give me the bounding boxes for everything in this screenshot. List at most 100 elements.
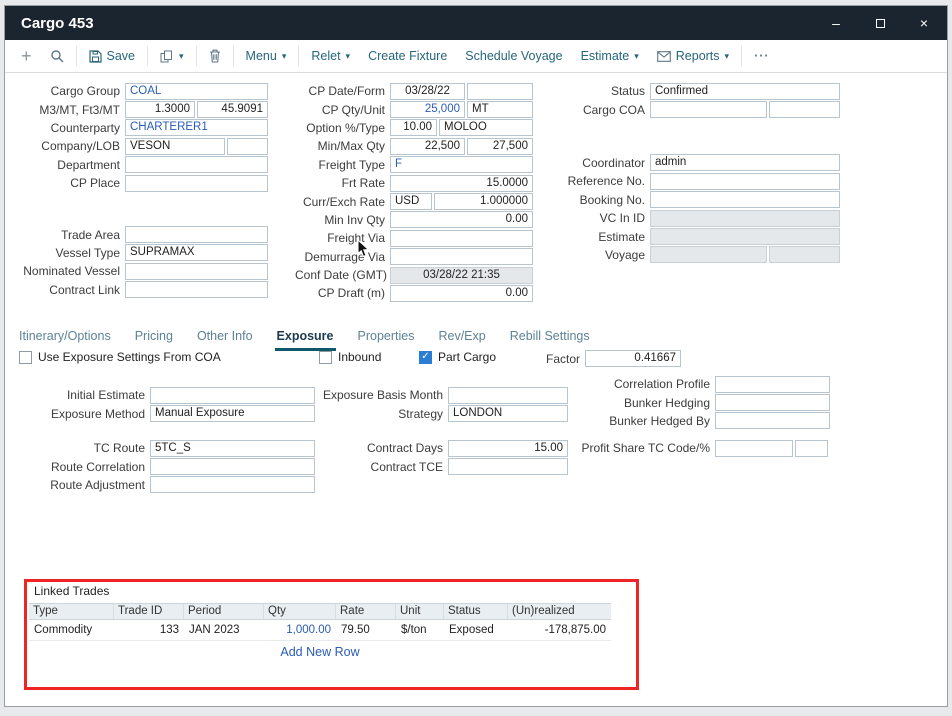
column-header-qty[interactable]: Qty [264, 604, 336, 619]
exposure-basis-month-field[interactable] [448, 387, 568, 404]
demurrage-via-field[interactable] [390, 248, 533, 265]
route-adjustment-field[interactable] [150, 476, 315, 493]
cp-date-field[interactable]: 03/28/22 [390, 83, 465, 100]
cp-unit-field[interactable]: MT [467, 101, 533, 118]
column-header-unrealized[interactable]: (Un)realized [508, 604, 611, 619]
vessel-type-field[interactable]: SUPRAMAX [125, 244, 268, 261]
contract-group: Contract Days15.00 Contract TCE [300, 439, 568, 476]
cp-qty-field[interactable]: 25,000 [390, 101, 465, 118]
tab-other-info[interactable]: Other Info [195, 329, 255, 351]
copy-button[interactable]: ▾ [154, 46, 190, 67]
contract-tce-label: Contract TCE [300, 460, 448, 474]
initial-estimate-field[interactable] [150, 387, 315, 404]
counterparty-field[interactable]: CHARTERER1 [125, 119, 268, 136]
use-coa-checkbox[interactable]: Use Exposure Settings From COA [19, 350, 221, 364]
factor-field[interactable]: 0.41667 [585, 350, 681, 367]
option-type-field[interactable]: MOLOO [439, 119, 533, 136]
route-correlation-field[interactable] [150, 458, 315, 475]
nominated-vessel-field[interactable] [125, 263, 268, 280]
exch-rate-field[interactable]: 1.000000 [434, 193, 533, 210]
currency-field[interactable]: USD [390, 193, 432, 210]
column-header-status[interactable]: Status [444, 604, 508, 619]
frt-rate-field[interactable]: 15.0000 [390, 175, 533, 192]
correlation-profile-field[interactable] [715, 376, 830, 393]
company-field[interactable]: VESON [125, 138, 225, 155]
schedule-voyage-button[interactable]: Schedule Voyage [459, 45, 568, 67]
min-inv-qty-field[interactable]: 0.00 [390, 211, 533, 228]
reference-no-field[interactable] [650, 173, 840, 190]
freight-type-field[interactable]: F [390, 156, 533, 173]
minimize-button[interactable]: – [829, 16, 843, 30]
tab-bar: Itinerary/Options Pricing Other Info Exp… [17, 329, 592, 351]
contract-link-field[interactable] [125, 281, 268, 298]
contract-days-field[interactable]: 15.00 [448, 440, 568, 457]
option-pct-field[interactable]: 10.00 [390, 119, 437, 136]
department-label: Department [15, 158, 125, 172]
linked-trades-title: Linked Trades [34, 584, 109, 598]
booking-no-field[interactable] [650, 191, 840, 208]
nominated-vessel-label: Nominated Vessel [15, 264, 125, 278]
tab-rev-exp[interactable]: Rev/Exp [436, 329, 487, 351]
window-controls: – × [829, 16, 947, 30]
inbound-checkbox[interactable]: Inbound [319, 350, 381, 364]
cell-qty-link[interactable]: 1,000.00 [264, 624, 336, 636]
more-button[interactable]: ··· [748, 45, 776, 67]
column-header-trade-id[interactable]: Trade ID [114, 604, 184, 619]
tab-properties[interactable]: Properties [356, 329, 417, 351]
profit-share-code-field[interactable] [715, 440, 793, 457]
trade-area-field[interactable] [125, 226, 268, 243]
strategy-field[interactable]: LONDON [448, 405, 568, 422]
cargo-coa-field[interactable] [650, 101, 767, 118]
column-header-period[interactable]: Period [184, 604, 264, 619]
voyage-field [650, 246, 767, 263]
cargo-group-field[interactable]: COAL [125, 83, 268, 100]
create-fixture-button[interactable]: Create Fixture [362, 45, 453, 67]
department-field[interactable] [125, 156, 268, 173]
tab-itinerary-options[interactable]: Itinerary/Options [17, 329, 113, 351]
column-header-type[interactable]: Type [29, 604, 114, 619]
exposure-method-field[interactable]: Manual Exposure [150, 405, 315, 422]
tab-rebill-settings[interactable]: Rebill Settings [508, 329, 592, 351]
bunker-hedged-by-field[interactable] [715, 412, 830, 429]
coordinator-field[interactable]: admin [650, 154, 840, 171]
checkbox-unchecked-icon [319, 351, 332, 364]
relet-button[interactable]: Relet▾ [305, 45, 356, 67]
lob-field[interactable] [227, 138, 268, 155]
table-row[interactable]: Commodity 133 JAN 2023 1,000.00 79.50 $/… [29, 620, 611, 641]
tab-pricing[interactable]: Pricing [133, 329, 175, 351]
voyage-field-2 [769, 246, 840, 263]
search-button[interactable] [44, 45, 70, 67]
maximize-button[interactable] [873, 16, 887, 30]
max-qty-field[interactable]: 27,500 [467, 138, 533, 155]
menu-button[interactable]: Menu▾ [240, 45, 293, 67]
save-button[interactable]: Save [83, 45, 142, 67]
cp-form-field[interactable] [467, 83, 533, 100]
profit-share-pct-field[interactable] [795, 440, 828, 457]
close-button[interactable]: × [917, 16, 931, 30]
cp-draft-field[interactable]: 0.00 [390, 285, 533, 302]
relet-label: Relet [311, 49, 340, 63]
bunker-hedged-by-label: Bunker Hedged By [565, 414, 715, 428]
column-header-unit[interactable]: Unit [396, 604, 444, 619]
contract-tce-field[interactable] [448, 458, 568, 475]
caret-down-icon: ▾ [725, 51, 730, 62]
add-new-row-link[interactable]: Add New Row [29, 641, 611, 659]
m3-mt-field[interactable]: 1.3000 [125, 101, 195, 118]
delete-button[interactable] [203, 45, 227, 67]
status-field[interactable]: Confirmed [650, 83, 840, 100]
bunker-hedging-field[interactable] [715, 394, 830, 411]
reports-button[interactable]: Reports▾ [651, 45, 735, 67]
tab-exposure[interactable]: Exposure [275, 329, 336, 351]
part-cargo-checkbox[interactable]: ✓Part Cargo [419, 350, 496, 364]
estimate-button[interactable]: Estimate▾ [575, 45, 645, 67]
min-qty-field[interactable]: 22,500 [390, 138, 465, 155]
ft3-mt-field[interactable]: 45.9091 [197, 101, 268, 118]
column-header-rate[interactable]: Rate [336, 604, 396, 619]
cargo-coa-field-2[interactable] [769, 101, 840, 118]
new-button[interactable]: + [15, 46, 38, 66]
tc-route-field[interactable]: 5TC_S [150, 440, 315, 457]
exposure-basis-month-label: Exposure Basis Month [300, 388, 448, 402]
cp-place-field[interactable] [125, 175, 268, 192]
profit-share-group: Profit Share TC Code/% [565, 439, 828, 457]
freight-via-field[interactable] [390, 230, 533, 247]
